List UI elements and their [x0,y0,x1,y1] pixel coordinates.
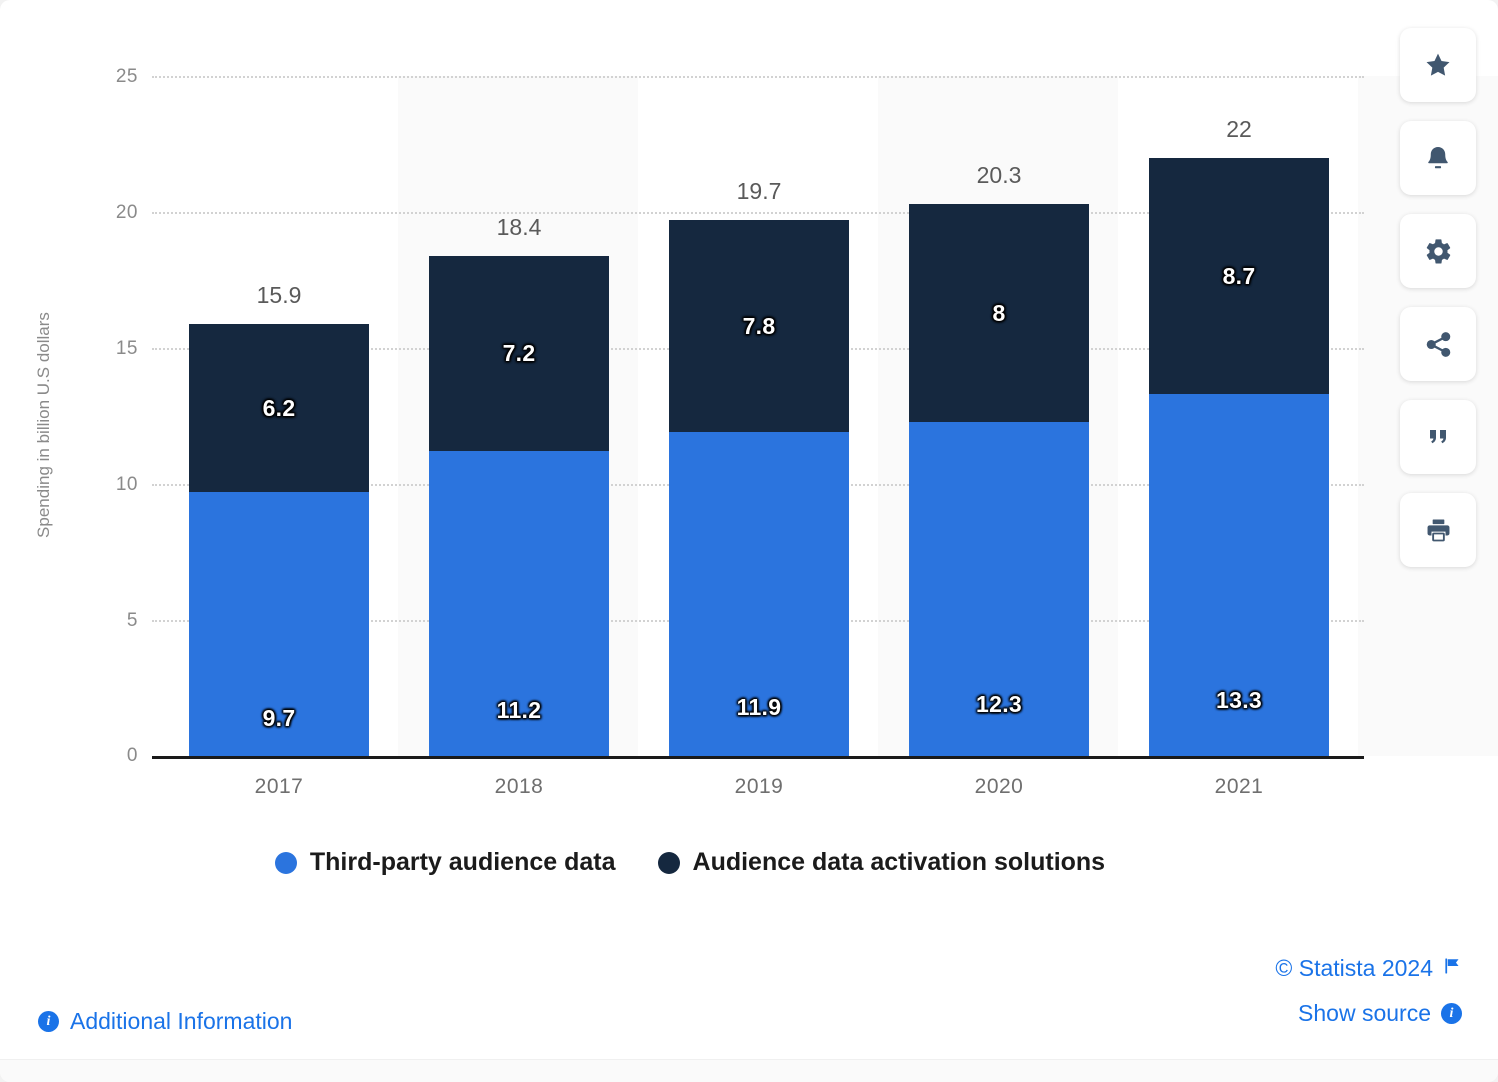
bar-segment-value-2017-secondary: 6.2 [262,394,296,421]
favorite-button[interactable] [1400,28,1476,102]
share-button[interactable] [1400,307,1476,381]
legend-label-secondary: Audience data activation solutions [692,848,1106,876]
x-tick-2021: 2021 [1214,775,1264,798]
bar-segment-value-2019-primary: 11.9 [736,694,782,720]
flag-icon[interactable] [1443,956,1462,981]
printer-icon [1424,516,1453,544]
footer-right-group: © Statista 2024 Show source i [1275,955,1462,1027]
legend-dot-primary [274,851,297,874]
bar-segment-secondary-2021[interactable]: 8.7 [1149,158,1329,394]
bar-stack-2018[interactable]: 18.4 7.2 11.2 [429,214,609,756]
additional-information-link[interactable]: i Additional Information [38,1008,292,1035]
y-tick-10: 10 [115,474,138,495]
y-tick-20: 20 [115,202,138,223]
statista-chart-card: 25 20 15 10 5 0 Spending in billion U.S … [0,0,1498,1082]
bar-total-label-2019: 19.7 [736,178,782,204]
x-tick-2018: 2018 [494,775,544,798]
settings-button[interactable] [1400,214,1476,288]
legend-item-audience-data-activation-solutions[interactable]: Audience data activation solutions [657,848,1106,877]
legend-dot-secondary [657,851,680,874]
legend-item-third-party-audience-data[interactable]: Third-party audience data [274,848,616,877]
additional-information-label: Additional Information [70,1008,293,1034]
x-tick-2020: 2020 [974,775,1024,798]
bar-segment-secondary-2019[interactable]: 7.8 [669,220,849,432]
bar-total-label-2020: 20.3 [976,162,1022,188]
gridline-25 [152,76,1364,78]
bar-segment-value-2021-primary: 13.3 [1216,687,1262,713]
share-icon [1424,330,1453,359]
y-tick-5: 5 [126,610,138,631]
y-axis-title: Spending in billion U.S dollars [34,312,53,538]
bar-segment-value-2017-primary: 9.7 [262,705,296,731]
y-tick-25: 25 [115,66,138,87]
bar-segment-primary-2018[interactable]: 11.2 [429,451,609,756]
bell-icon [1424,143,1452,173]
bar-segment-value-2019-secondary: 7.8 [742,312,776,339]
cite-button[interactable] [1400,400,1476,474]
bar-segment-primary-2017[interactable]: 9.7 [189,492,369,756]
bar-segment-value-2018-primary: 11.2 [496,697,542,723]
bar-stack-2020[interactable]: 20.3 8 12.3 [909,162,1089,756]
bar-segment-value-2018-secondary: 7.2 [502,340,536,366]
bar-stack-2017[interactable]: 15.9 6.2 9.7 [189,282,369,756]
show-source-row[interactable]: Show source i [1298,1000,1462,1027]
notification-button[interactable] [1400,121,1476,195]
x-axis-line [152,756,1364,759]
y-tick-15: 15 [115,338,138,359]
bar-total-label-2017: 15.9 [256,282,302,308]
bar-total-label-2018: 18.4 [496,214,542,240]
bar-segment-value-2020-primary: 12.3 [976,691,1022,717]
bar-segment-primary-2020[interactable]: 12.3 [909,422,1089,756]
bar-segment-primary-2019[interactable]: 11.9 [669,432,849,756]
quote-icon [1424,425,1452,449]
bar-segment-value-2021-secondary: 8.7 [1222,262,1256,289]
copyright-row[interactable]: © Statista 2024 [1275,955,1462,982]
show-source-info-icon: i [1441,1003,1462,1024]
x-tick-2019: 2019 [734,775,784,798]
bar-segment-secondary-2020[interactable]: 8 [909,204,1089,422]
star-icon [1423,51,1453,80]
card-footer-strip [0,1059,1498,1082]
gear-icon [1424,237,1453,266]
y-tick-0: 0 [126,745,138,766]
x-tick-2017: 2017 [254,775,304,798]
bar-segment-primary-2021[interactable]: 13.3 [1149,394,1329,756]
bar-segment-secondary-2017[interactable]: 6.2 [189,324,369,492]
side-toolbar [1400,28,1476,567]
bar-stack-2021[interactable]: 22 8.7 13.3 [1149,116,1329,756]
bar-segment-secondary-2018[interactable]: 7.2 [429,256,609,451]
bar-total-label-2021: 22 [1226,116,1252,142]
bar-stack-2019[interactable]: 19.7 7.8 11.9 [669,178,849,756]
print-button[interactable] [1400,493,1476,567]
chart-legend: Third-party audience data Audience data … [0,848,1380,877]
info-icon: i [38,1011,59,1032]
bar-segment-value-2020-secondary: 8 [992,299,1006,326]
legend-label-primary: Third-party audience data [309,848,616,876]
show-source-label: Show source [1298,1000,1431,1026]
copyright-label: © Statista 2024 [1275,955,1433,981]
